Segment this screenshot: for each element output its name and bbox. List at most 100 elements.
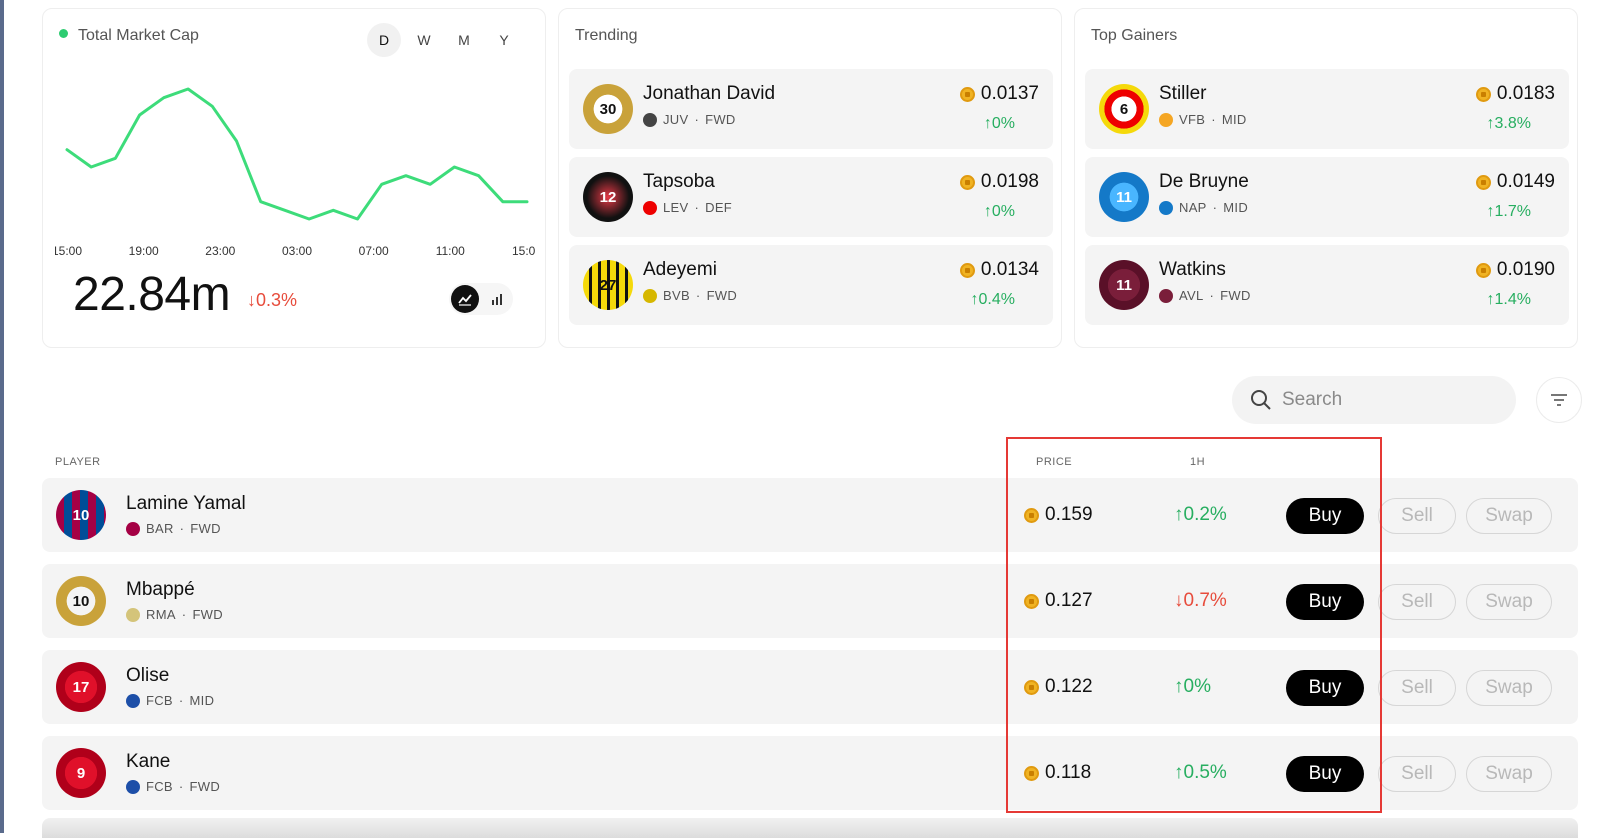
player-price: 0.159	[1024, 504, 1093, 526]
player-meta: NAP · MID	[1159, 200, 1248, 215]
player-name: Mbappé	[126, 579, 195, 600]
market-cap-change: ↓0.3%	[247, 290, 298, 310]
position: FWD	[705, 112, 736, 127]
player-change: ↑0.4%	[970, 291, 1015, 308]
club-badge-icon	[643, 288, 657, 303]
x-tick-label: 11:00	[436, 244, 465, 258]
player-meta: FCB · MID	[126, 693, 214, 708]
search-input[interactable]	[1282, 389, 1482, 411]
coin-icon	[1024, 679, 1039, 695]
player-price: 0.0198	[959, 171, 1039, 193]
search-box	[1232, 376, 1516, 424]
player-change: ↑0%	[983, 115, 1015, 132]
position: MID	[189, 693, 215, 708]
club-code: BVB	[663, 288, 690, 303]
swap-button[interactable]: Swap	[1466, 498, 1552, 534]
column-header-player: PLAYER	[55, 456, 101, 468]
player-avatar: 9	[56, 748, 106, 798]
tab-range-year[interactable]: Y	[487, 23, 521, 57]
trending-card: Trending 30 Jonathan David JUV · FWD 0.0137 ↑0…	[558, 8, 1062, 348]
buy-button[interactable]: Buy	[1286, 498, 1364, 534]
gainers-item[interactable]: 11 De Bruyne NAP · MID 0.0149 ↑1.7%	[1085, 157, 1569, 237]
market-cap-line-chart: 15:00 19:00 23:00 03:00 07:00 11:00 15:00	[55, 87, 535, 258]
player-change-1h: ↑0.5%	[1174, 762, 1227, 783]
coin-icon	[959, 174, 975, 190]
player-name: Jonathan David	[643, 83, 776, 104]
sell-button[interactable]: Sell	[1378, 756, 1456, 792]
club-badge-icon	[1159, 200, 1173, 215]
club-badge-icon	[643, 112, 657, 127]
club-badge-icon	[126, 607, 140, 622]
player-change: ↑1.4%	[1486, 291, 1531, 308]
player-meta: FCB · FWD	[126, 779, 220, 794]
trending-item[interactable]: 27 Adeyemi BVB · FWD 0.0134 ↑0.4%	[569, 245, 1053, 325]
market-cap-title: Total Market Cap	[59, 27, 199, 45]
top-gainers-card: Top Gainers 6 Stiller VFB · MID 0.0183 ↑3.8% 11…	[1074, 8, 1578, 348]
player-price: 0.118	[1024, 762, 1091, 784]
tab-range-week[interactable]: W	[407, 23, 441, 57]
x-tick-label: 15:00	[55, 244, 82, 258]
buy-button[interactable]: Buy	[1286, 756, 1364, 792]
club-code: RMA	[146, 607, 176, 622]
bar-chart-icon[interactable]	[483, 285, 511, 313]
swap-button[interactable]: Swap	[1466, 670, 1552, 706]
trending-item[interactable]: 30 Jonathan David JUV · FWD 0.0137 ↑0%	[569, 69, 1053, 149]
player-avatar: 27	[583, 260, 633, 310]
position: FWD	[190, 521, 221, 536]
club-code: LEV	[663, 200, 689, 215]
player-change: ↑1.7%	[1486, 203, 1531, 220]
table-row[interactable]: 9 Kane FCB · FWD 0.118 ↑0.5% Buy Sell Swap	[42, 736, 1578, 810]
club-badge-icon	[1159, 112, 1173, 127]
column-header-price: PRICE	[1036, 456, 1073, 468]
player-meta: RMA · FWD	[126, 607, 223, 622]
table-row-partial	[42, 818, 1578, 838]
coin-icon	[1475, 262, 1491, 278]
swap-button[interactable]: Swap	[1466, 584, 1552, 620]
tab-range-month[interactable]: M	[447, 23, 481, 57]
player-name: Lamine Yamal	[126, 493, 246, 514]
player-change: ↑3.8%	[1486, 115, 1531, 132]
player-meta: BAR · FWD	[126, 521, 221, 536]
x-tick-label: 15:00	[512, 244, 535, 258]
line-chart-icon[interactable]	[451, 285, 479, 313]
sell-button[interactable]: Sell	[1378, 584, 1456, 620]
coin-icon	[959, 86, 975, 102]
search-icon	[1251, 390, 1271, 410]
player-avatar: 12	[583, 172, 633, 222]
club-code: VFB	[1179, 112, 1206, 127]
sell-button[interactable]: Sell	[1378, 498, 1456, 534]
player-meta: AVL · FWD	[1159, 288, 1251, 303]
club-code: NAP	[1179, 200, 1207, 215]
table-row[interactable]: 10 Lamine Yamal BAR · FWD 0.159 ↑0.2% Buy Sell Sw…	[42, 478, 1578, 552]
swap-button[interactable]: Swap	[1466, 756, 1552, 792]
column-header-1h: 1H	[1190, 456, 1206, 468]
sell-button[interactable]: Sell	[1378, 670, 1456, 706]
tab-range-day[interactable]: D	[367, 23, 401, 57]
player-meta: VFB · MID	[1159, 112, 1247, 127]
trending-item[interactable]: 12 Tapsoba LEV · DEF 0.0198 ↑0%	[569, 157, 1053, 237]
filter-button[interactable]	[1536, 377, 1582, 423]
buy-button[interactable]: Buy	[1286, 584, 1364, 620]
gainers-item[interactable]: 11 Watkins AVL · FWD 0.0190 ↑1.4%	[1085, 245, 1569, 325]
club-code: FCB	[146, 779, 173, 794]
position: MID	[1223, 200, 1249, 215]
position: MID	[1221, 112, 1247, 127]
player-price: 0.122	[1024, 676, 1093, 698]
table-row[interactable]: 17 Olise FCB · MID 0.122 ↑0% Buy Sell Swap	[42, 650, 1578, 724]
club-badge-icon	[126, 693, 140, 708]
gainers-item[interactable]: 6 Stiller VFB · MID 0.0183 ↑3.8%	[1085, 69, 1569, 149]
buy-button[interactable]: Buy	[1286, 670, 1364, 706]
coin-icon	[959, 262, 975, 278]
player-meta: LEV · DEF	[643, 200, 732, 215]
table-row[interactable]: 10 Mbappé RMA · FWD 0.127 ↓0.7% Buy Sell Swap	[42, 564, 1578, 638]
player-avatar: 10	[56, 576, 106, 626]
player-avatar: 6	[1099, 84, 1149, 134]
player-change-1h: ↑0%	[1174, 676, 1211, 697]
coin-icon	[1024, 593, 1039, 609]
position: FWD	[192, 607, 223, 622]
player-price: 0.0190	[1475, 259, 1555, 281]
player-price: 0.0183	[1475, 83, 1555, 105]
x-tick-label: 07:00	[359, 244, 389, 258]
club-badge-icon	[126, 779, 140, 794]
club-code: AVL	[1179, 288, 1204, 303]
